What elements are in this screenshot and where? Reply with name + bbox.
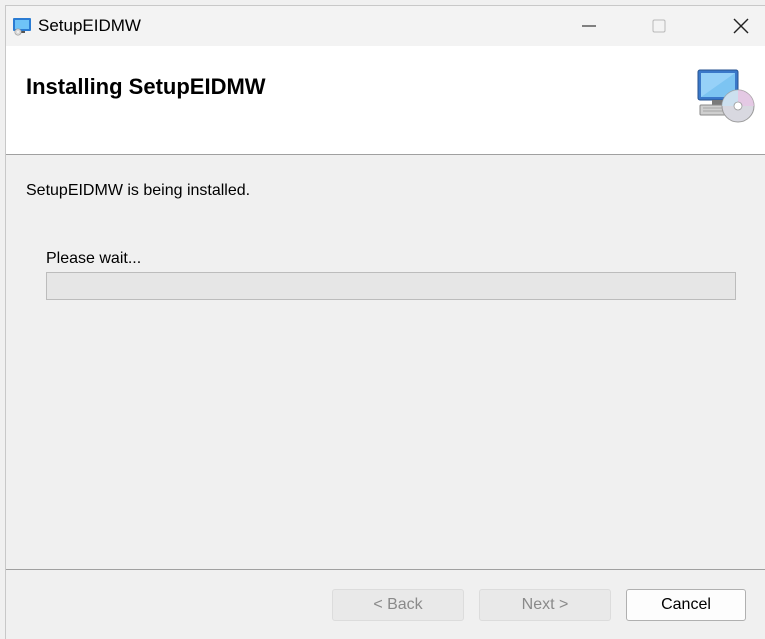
header-banner: Installing SetupEIDMW — [6, 46, 765, 155]
cancel-button[interactable]: Cancel — [626, 589, 746, 621]
back-button[interactable]: < Back — [332, 589, 464, 621]
install-progress-bar — [46, 272, 736, 300]
install-status-text: SetupEIDMW is being installed. — [26, 182, 251, 199]
page-title: Installing SetupEIDMW — [26, 74, 266, 99]
please-wait-label: Please wait... — [46, 250, 142, 267]
window-title: SetupEIDMW — [38, 16, 141, 35]
footer-divider — [6, 569, 765, 570]
computer-cd-icon — [697, 69, 755, 123]
installer-app-icon — [13, 18, 31, 36]
close-button[interactable] — [718, 6, 764, 46]
installer-window: SetupEIDMW Installing SetupEIDMW SetupEI… — [5, 5, 765, 639]
title-bar[interactable]: SetupEIDMW — [6, 6, 765, 46]
maximize-icon — [652, 19, 666, 33]
maximize-button[interactable] — [636, 6, 682, 46]
minimize-button[interactable] — [566, 6, 612, 46]
minimize-icon — [582, 25, 596, 27]
next-button[interactable]: Next > — [479, 589, 611, 621]
close-icon — [733, 18, 749, 34]
